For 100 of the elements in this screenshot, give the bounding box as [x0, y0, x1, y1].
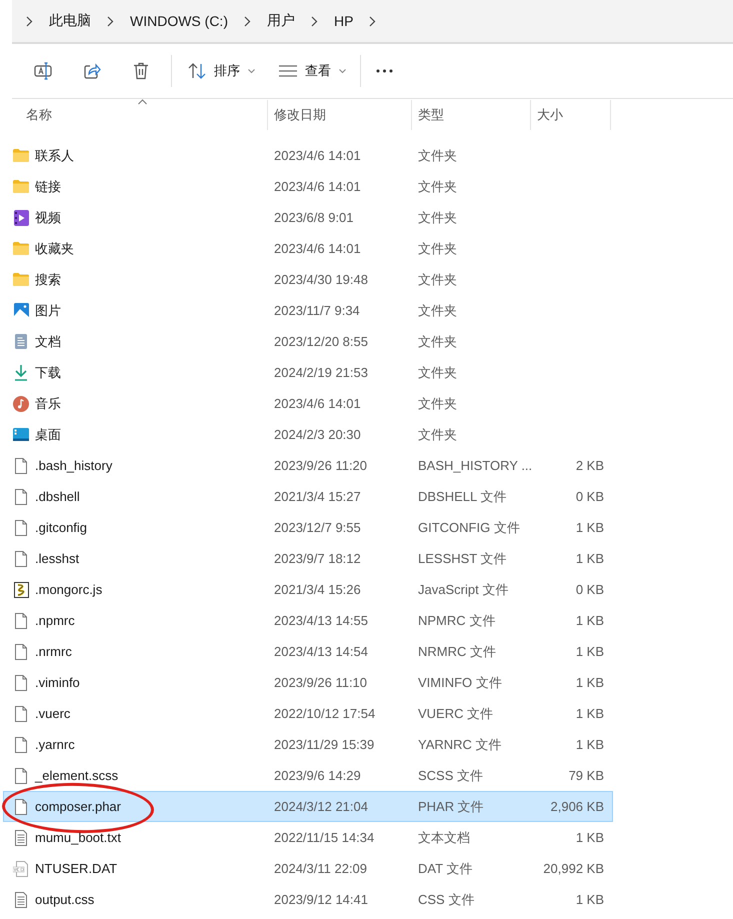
file-row[interactable]: .mongorc.js 2021/3/4 15:26 JavaScript 文件 0 KB	[3, 574, 613, 605]
file-type: 文件夹	[418, 178, 457, 196]
chevron-right-icon	[369, 16, 376, 26]
file-type: CSS 文件	[418, 890, 474, 908]
modified-date: 2023/11/29 15:39	[274, 737, 374, 752]
document-icon	[15, 334, 27, 349]
file-icon	[15, 520, 27, 536]
sort-arrows-icon	[188, 63, 206, 79]
file-row[interactable]: NTUSER.DAT 2024/3/11 22:09 DAT 文件 20,992 KB	[3, 853, 613, 884]
modified-date: 2024/3/12 21:04	[274, 799, 368, 814]
file-row[interactable]: .yarnrc 2023/11/29 15:39 YARNRC 文件 1 KB	[3, 729, 613, 760]
folder-icon	[13, 180, 29, 193]
music-note-icon	[13, 396, 29, 412]
modified-date: 2024/3/11 22:09	[274, 861, 368, 876]
sort-button[interactable]: 排序	[182, 56, 261, 86]
file-row[interactable]: 视频 2023/6/8 9:01 文件夹	[3, 202, 613, 233]
file-row[interactable]: 下载 2024/2/19 21:53 文件夹	[3, 357, 613, 388]
folder-icon	[13, 149, 29, 162]
file-size: 1 KB	[576, 892, 604, 907]
modified-date: 2023/12/20 8:55	[274, 334, 368, 349]
file-name: 链接	[35, 178, 61, 196]
view-button[interactable]: 查看	[273, 56, 352, 86]
column-header[interactable]: 类型	[412, 100, 531, 130]
file-size: 79 KB	[568, 768, 604, 783]
file-row[interactable]: 图片 2023/11/7 9:34 文件夹	[3, 295, 613, 326]
file-name: mumu_boot.txt	[35, 830, 121, 845]
file-icon	[15, 550, 27, 566]
file-row[interactable]: composer.phar 2024/3/12 21:04 PHAR 文件 2,906 KB	[3, 791, 613, 822]
file-size: 1 KB	[576, 520, 604, 535]
column-header[interactable]: 修改日期	[268, 100, 412, 130]
file-row[interactable]: .npmrc 2023/4/13 14:55 NPMRC 文件 1 KB	[3, 605, 613, 636]
file-type: 文件夹	[418, 364, 457, 382]
modified-date: 2023/4/6 14:01	[274, 148, 361, 163]
file-icon	[15, 736, 27, 752]
breadcrumb-item[interactable]: 此电脑	[47, 10, 93, 32]
file-row[interactable]: .gitconfig 2023/12/7 9:55 GITCONFIG 文件 1 KB	[3, 512, 613, 543]
file-icon	[15, 612, 27, 628]
file-name: .lesshst	[35, 551, 80, 566]
file-row[interactable]: 搜索 2023/4/30 19:48 文件夹	[3, 264, 613, 295]
file-name: 桌面	[35, 426, 61, 444]
file-size: 0 KB	[576, 582, 604, 597]
file-icon	[15, 488, 27, 504]
modified-date: 2024/2/19 21:53	[274, 365, 368, 380]
file-type: JavaScript 文件	[418, 580, 508, 598]
file-type: 文件夹	[418, 208, 457, 226]
file-size: 20,992 KB	[543, 861, 604, 876]
file-row[interactable]: 音乐 2023/4/6 14:01 文件夹	[3, 388, 613, 419]
file-row[interactable]: .dbshell 2021/3/4 15:27 DBSHELL 文件 0 KB	[3, 481, 613, 512]
column-header[interactable]: 大小	[531, 100, 611, 130]
modified-date: 2023/12/7 9:55	[274, 520, 361, 535]
file-name: output.css	[35, 892, 94, 907]
file-row[interactable]: 文档 2023/12/20 8:55 文件夹	[3, 326, 613, 357]
file-type: 文件夹	[418, 426, 457, 444]
chevron-right-icon	[244, 16, 251, 26]
file-type: 文件夹	[418, 302, 457, 320]
breadcrumb-item[interactable]: HP	[332, 11, 356, 31]
file-name: .vuerc	[35, 706, 70, 721]
file-type: SCSS 文件	[418, 766, 484, 784]
file-icon	[15, 768, 27, 784]
file-row[interactable]: 链接 2023/4/6 14:01 文件夹	[3, 171, 613, 202]
file-name: 图片	[35, 302, 61, 320]
file-row[interactable]: _element.scss 2023/9/6 14:29 SCSS 文件 79 KB	[3, 760, 613, 791]
file-type: 文本文档	[418, 828, 470, 846]
modified-date: 2023/11/7 9:34	[274, 303, 360, 318]
file-row[interactable]: output.css 2023/9/12 14:41 CSS 文件 1 KB	[3, 884, 613, 915]
file-row[interactable]: .vuerc 2022/10/12 17:54 VUERC 文件 1 KB	[3, 698, 613, 729]
file-icon	[15, 674, 27, 690]
file-row[interactable]: 收藏夹 2023/4/6 14:01 文件夹	[3, 233, 613, 264]
modified-date: 2023/9/26 11:10	[274, 675, 368, 690]
file-row[interactable]: .lesshst 2023/9/7 18:12 LESSHST 文件 1 KB	[3, 543, 613, 574]
file-row[interactable]: 桌面 2024/2/3 20:30 文件夹	[3, 419, 613, 450]
caret-down-icon	[339, 68, 346, 74]
file-name: .dbshell	[35, 489, 80, 504]
file-type: NPMRC 文件	[418, 612, 496, 630]
file-name: .bash_history	[35, 458, 112, 473]
file-name: .npmrc	[35, 613, 75, 628]
file-size: 1 KB	[576, 830, 604, 845]
file-size: 0 KB	[576, 489, 604, 504]
file-type: VUERC 文件	[418, 704, 494, 722]
lines-icon	[279, 65, 297, 77]
file-row[interactable]: .bash_history 2023/9/26 11:20 BASH_HISTORY ... 2 KB	[3, 450, 613, 481]
file-row[interactable]: 联系人 2023/4/6 14:01 文件夹	[3, 140, 613, 171]
picture-icon	[14, 303, 28, 318]
column-header[interactable]: 名称	[12, 100, 268, 130]
breadcrumb-item[interactable]: WINDOWS (C:)	[128, 11, 230, 31]
data-file-icon	[13, 860, 29, 876]
file-name: .yarnrc	[35, 737, 75, 752]
file-row[interactable]: .nrmrc 2023/4/13 14:54 NRMRC 文件 1 KB	[3, 636, 613, 667]
modified-date: 2023/4/30 19:48	[274, 272, 368, 287]
breadcrumb-item[interactable]: 用户	[264, 10, 297, 32]
file-icon	[15, 644, 27, 660]
file-size: 1 KB	[576, 644, 604, 659]
file-row[interactable]: .viminfo 2023/9/26 11:10 VIMINFO 文件 1 KB	[3, 667, 613, 698]
file-row[interactable]: mumu_boot.txt 2022/11/15 14:34 文本文档 1 KB	[3, 822, 613, 853]
file-name: .nrmrc	[35, 644, 72, 659]
film-icon	[14, 210, 28, 226]
file-name: .mongorc.js	[35, 582, 102, 597]
chevron-right-icon	[107, 16, 114, 26]
file-type: 文件夹	[418, 146, 457, 164]
modified-date: 2023/4/13 14:54	[274, 644, 368, 659]
